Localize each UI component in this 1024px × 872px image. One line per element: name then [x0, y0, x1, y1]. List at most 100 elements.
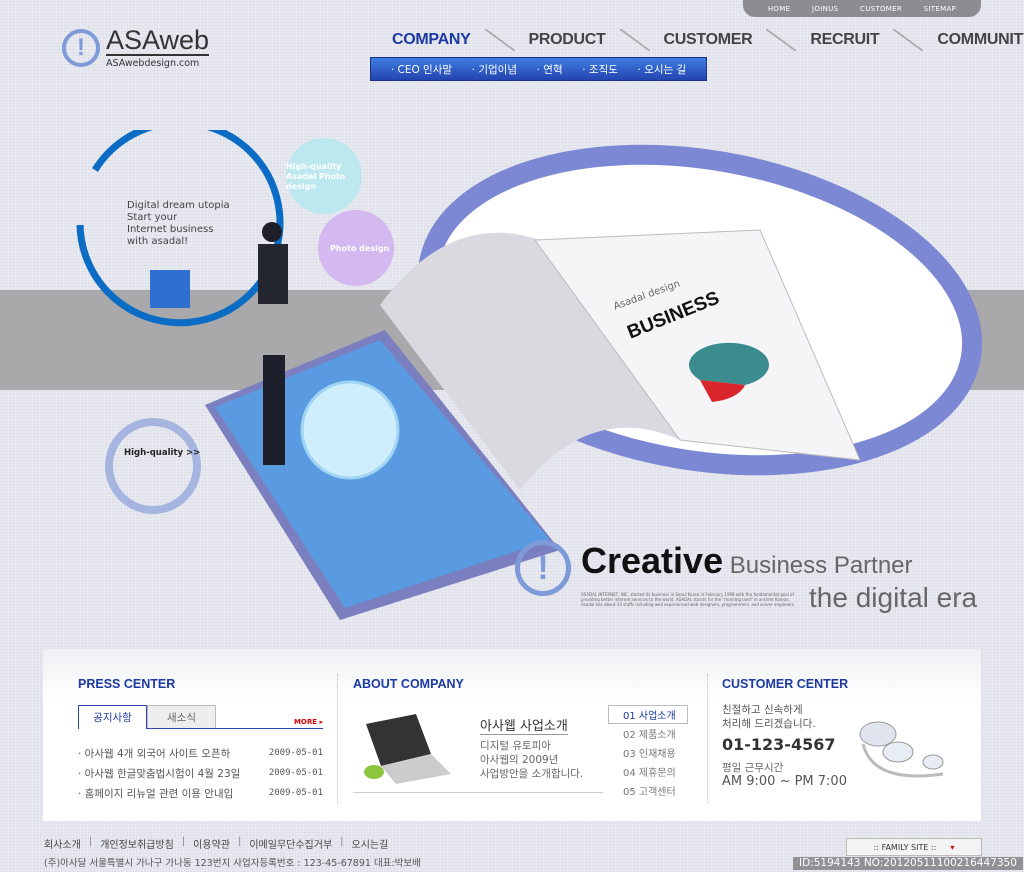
nav-divider	[619, 29, 650, 51]
news-list: · 아사웹 4개 외국어 사이트 오픈하 2009-05-01 · 아사웹 한글맞…	[78, 743, 323, 803]
desc-line: 처리해 드리겠습니다.	[722, 718, 816, 730]
footer-privacy[interactable]: 개인정보취급방침	[100, 836, 174, 851]
util-customer-link[interactable]: CUSTOMER	[860, 5, 902, 13]
info-panel: PRESS CENTER 공지사항 새소식 MORE ▸ · 아사웹 4개 외국…	[42, 648, 982, 822]
nav-divider	[766, 29, 797, 51]
menu-recruit[interactable]: 03 인재채용	[598, 743, 688, 762]
util-home-link[interactable]: HOME	[768, 5, 790, 13]
slogan-bold: Creative	[581, 540, 724, 581]
menu-partnership[interactable]: 04 제휴문의	[598, 762, 688, 781]
news-date: 2009-05-01	[268, 768, 323, 778]
subnav-history[interactable]: · 연혁	[537, 62, 563, 77]
logo-name: ASAweb	[106, 25, 210, 56]
logo-domain: ASAwebdesign.com	[106, 58, 200, 69]
family-site-label: :: FAMILY SITE ::	[873, 842, 937, 852]
glass-globe	[300, 380, 400, 480]
subnav-ceo[interactable]: · CEO 인사말	[391, 62, 452, 77]
about-company: ABOUT COMPANY 아사웹 사업소개 디지털 유토피아 아사웹의 200…	[338, 649, 708, 823]
nav-customer[interactable]: CUSTOMER	[664, 31, 753, 49]
subnav-directions[interactable]: · 오시는 길	[638, 62, 687, 77]
footer-separator: |	[340, 836, 344, 847]
customer-desc: 친절하고 신속하게 처리해 드리겠습니다.	[722, 703, 816, 731]
customer-title: CUSTOMER CENTER	[722, 677, 849, 691]
slogan-line1: Creative Business Partner	[581, 540, 977, 582]
list-item[interactable]: · 홈페이지 리뉴얼 관련 이용 안내입 2009-05-01	[78, 783, 323, 803]
family-site-select[interactable]: :: FAMILY SITE :: ▾	[846, 838, 982, 856]
bubble-photo-design[interactable]: Photo design	[330, 244, 389, 253]
globe-cube-icon	[150, 270, 190, 308]
footer-links: 회사소개 | 개인정보취급방침 | 이용약관 | 이메일무단수집거부 | 오시는길	[44, 836, 388, 851]
subnav-philosophy[interactable]: · 기업이념	[472, 62, 517, 77]
footer-address: (주)아사달 서울특별시 가나구 가나동 123번지 사업자등록번호 : 123…	[44, 858, 421, 869]
watermark: ID:5194143 NO:20120511100216447350	[793, 857, 1023, 870]
nav-divider	[484, 29, 515, 51]
news-title: · 아사웹 4개 외국어 사이트 오픈하	[78, 747, 231, 760]
slogan: ! Creative Business Partner ASADAL INTER…	[515, 540, 977, 614]
desc-line: 아사웹의 2009년	[480, 754, 559, 766]
footer-separator: |	[237, 836, 242, 847]
laptop-icon	[364, 714, 451, 784]
hours-value: AM 9:00 ~ PM 7:00	[722, 774, 847, 789]
nav-recruit[interactable]: RECRUIT	[810, 31, 879, 49]
desc-line: 사업방안을 소개합니다.	[480, 768, 584, 780]
footer-terms[interactable]: 이용약관	[193, 836, 230, 851]
intro-line: with asadal!	[127, 236, 189, 247]
subnav-organization[interactable]: · 조직도	[582, 62, 618, 77]
utility-nav: HOME JOINUS CUSTOMER SITEMAP	[743, 0, 981, 17]
press-title: PRESS CENTER	[78, 677, 176, 691]
businessman-head	[262, 222, 282, 242]
footer-email-policy[interactable]: 이메일무단수집거부	[249, 836, 332, 851]
customer-center: CUSTOMER CENTER 친절하고 신속하게 처리해 드리겠습니다. 01…	[708, 649, 983, 823]
support-graphic-icon	[859, 721, 944, 778]
high-quality-link[interactable]: High-quality >>	[124, 448, 200, 458]
nav-community[interactable]: COMMUNITY	[937, 31, 1024, 49]
quality-ring	[105, 418, 201, 514]
footer-separator: |	[181, 836, 186, 847]
desc-line: 친절하고 신속하게	[722, 704, 803, 716]
about-heading[interactable]: 아사웹 사업소개	[480, 715, 568, 735]
news-date: 2009-05-01	[268, 788, 323, 798]
news-title: · 홈페이지 리뉴얼 관련 이용 안내입	[78, 787, 234, 800]
menu-business[interactable]: 01 사업소개	[608, 705, 688, 724]
bubble-photo-text[interactable]: High-quality Asadal Photo design	[286, 162, 346, 192]
tab-news[interactable]: 새소식	[147, 705, 216, 728]
footer-directions[interactable]: 오시는길	[352, 836, 389, 851]
menu-support[interactable]: 05 고객센터	[598, 781, 688, 800]
util-joinus-link[interactable]: JOINUS	[812, 5, 838, 13]
company-blurb: ASADAL INTERNET, INC. started its busine…	[581, 591, 796, 607]
dropdown-arrow-icon: ▾	[950, 842, 955, 852]
nav-divider	[893, 29, 924, 51]
exclamation-logo-icon: !	[62, 28, 100, 67]
businessman-torso	[258, 244, 288, 304]
nav-company[interactable]: COMPANY	[392, 31, 471, 49]
menu-products[interactable]: 02 제품소개	[598, 724, 688, 743]
footer-about[interactable]: 회사소개	[44, 836, 81, 851]
desc-line: 디지털 유토피아	[480, 740, 551, 752]
footer-separator: |	[88, 836, 93, 847]
press-tabs: 공지사항 새소식 MORE ▸	[78, 705, 323, 729]
util-sitemap-link[interactable]: SITEMAP	[924, 5, 956, 13]
nav-product[interactable]: PRODUCT	[529, 31, 606, 49]
sub-nav: · CEO 인사말 · 기업이념 · 연혁 · 조직도 · 오시는 길	[370, 57, 707, 81]
hero-intro: Digital dream utopia Start your Internet…	[127, 200, 230, 248]
list-item[interactable]: · 아사웹 한글맞춤법시험이 4월 23일 2009-05-01	[78, 763, 323, 783]
press-center: PRESS CENTER 공지사항 새소식 MORE ▸ · 아사웹 4개 외국…	[43, 649, 338, 823]
tab-notice[interactable]: 공지사항	[78, 705, 147, 729]
businessman-figure	[263, 355, 285, 465]
intro-line: Internet business	[127, 224, 214, 235]
logo[interactable]: ! ASAweb ASAwebdesign.com	[62, 25, 210, 69]
about-title: ABOUT COMPANY	[353, 677, 464, 691]
about-menu: 01 사업소개 02 제품소개 03 인재채용 04 제휴문의 05 고객센터	[598, 705, 688, 800]
pie-graphic	[688, 342, 769, 385]
about-desc: 디지털 유토피아 아사웹의 2009년 사업방안을 소개합니다.	[480, 739, 583, 781]
more-link[interactable]: MORE ▸	[294, 718, 323, 726]
news-date: 2009-05-01	[268, 748, 323, 758]
divider	[353, 792, 603, 793]
exclamation-icon: !	[515, 540, 571, 596]
news-title: · 아사웹 한글맞춤법시험이 4월 23일	[78, 767, 241, 780]
hours-label: 평일 근무시간	[722, 762, 784, 774]
list-item[interactable]: · 아사웹 4개 외국어 사이트 오픈하 2009-05-01	[78, 743, 323, 763]
intro-line: Digital dream utopia	[127, 200, 230, 211]
intro-line: Start your	[127, 212, 178, 223]
slogan-line2: the digital era	[809, 582, 978, 613]
